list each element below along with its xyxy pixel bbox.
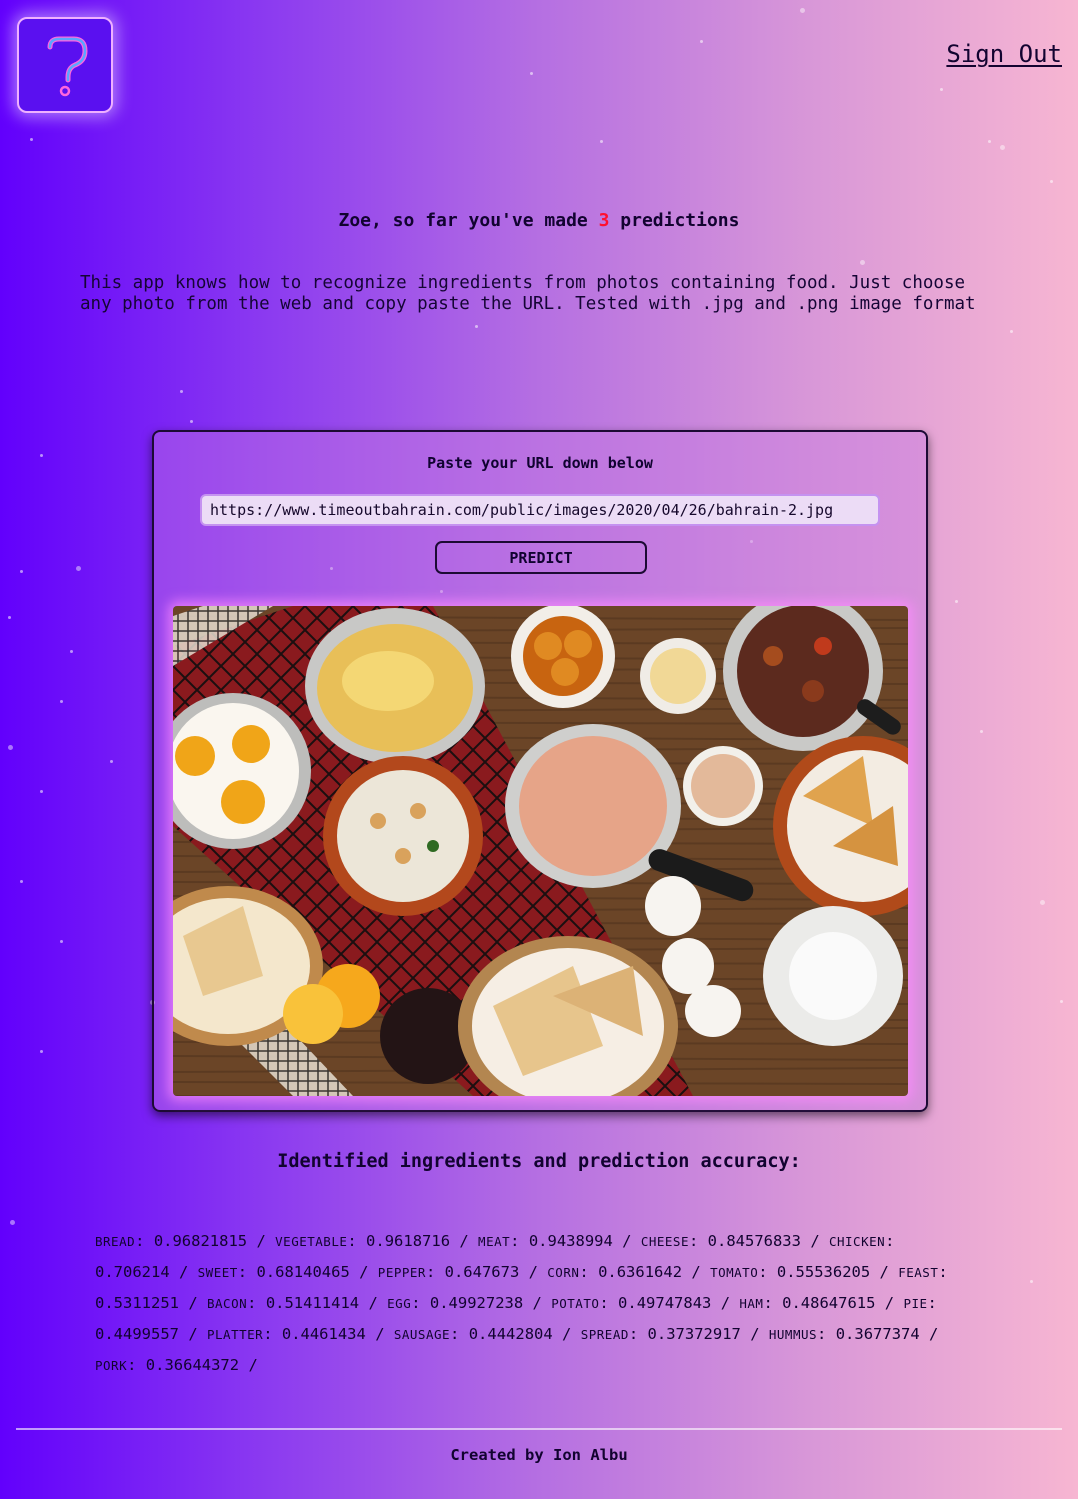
star-decoration xyxy=(1050,180,1053,183)
ingredient-accuracy: 0.3677374 xyxy=(835,1325,920,1343)
prediction-count-headline: Zoe, so far you've made 3 predictions xyxy=(0,210,1078,231)
result-row: BREAD: 0.96821815 / VEGETABLE: 0.9618716… xyxy=(95,1232,895,1250)
ingredient-name: PLATTER xyxy=(207,1327,264,1342)
ingredient-name: SWEET xyxy=(197,1265,238,1280)
ingredient-name: CORN xyxy=(547,1265,580,1280)
ingredient-name: PEPPER xyxy=(377,1265,426,1280)
ingredient-accuracy: 0.96821815 xyxy=(153,1232,248,1250)
ingredient-accuracy: 0.6361642 xyxy=(598,1263,683,1281)
ingredient-name: PIE xyxy=(903,1296,928,1311)
star-decoration xyxy=(1010,330,1013,333)
ingredient-accuracy: 0.647673 xyxy=(444,1263,520,1281)
star-decoration xyxy=(10,1220,15,1225)
star-decoration xyxy=(1060,1000,1063,1003)
star-decoration xyxy=(70,650,73,653)
star-decoration xyxy=(60,940,63,943)
star-decoration xyxy=(20,880,23,883)
ingredient-accuracy: 0.4499557 xyxy=(95,1325,179,1343)
star-decoration xyxy=(40,454,43,457)
star-decoration xyxy=(30,138,33,141)
ingredient-name: MEAT xyxy=(478,1234,511,1249)
star-decoration xyxy=(988,140,991,143)
greeting-suffix: predictions xyxy=(609,210,740,231)
app-logo xyxy=(17,17,113,113)
star-decoration xyxy=(980,730,983,733)
ingredient-accuracy: 0.9618716 xyxy=(366,1232,451,1250)
ingredient-name: CHICKEN xyxy=(828,1234,886,1249)
ingredient-accuracy: 0.55536205 xyxy=(776,1263,871,1281)
ingredient-name: HUMMUS xyxy=(768,1327,818,1342)
result-row: PORK: 0.36644372 / xyxy=(95,1356,258,1374)
star-decoration xyxy=(1000,145,1005,150)
url-input[interactable] xyxy=(200,494,880,526)
greeting-prefix: Zoe, so far you've made xyxy=(338,210,599,231)
intro-line: any photo from the web and copy paste th… xyxy=(80,294,976,314)
prediction-count: 3 xyxy=(598,210,610,231)
intro-line: This app knows how to recognize ingredie… xyxy=(80,273,966,293)
ingredient-name: VEGETABLE xyxy=(275,1234,348,1249)
question-mark-icon xyxy=(47,36,88,97)
ingredient-name: PORK xyxy=(95,1358,128,1373)
ingredient-name: SPREAD xyxy=(580,1327,629,1342)
ingredient-accuracy: 0.4442804 xyxy=(468,1325,553,1343)
ingredient-accuracy: 0.4461434 xyxy=(281,1325,366,1343)
ingredient-accuracy: 0.37372917 xyxy=(647,1325,741,1343)
ingredient-name: BREAD xyxy=(95,1234,136,1249)
prediction-card: Paste your URL down below PREDICT xyxy=(152,430,928,1112)
ingredient-name: HAM xyxy=(739,1296,764,1311)
star-decoration xyxy=(190,420,193,423)
star-decoration xyxy=(700,40,703,43)
star-decoration xyxy=(180,390,183,393)
result-row: 0.706214 / SWEET: 0.68140465 / PEPPER: 0… xyxy=(95,1263,948,1281)
ingredient-accuracy: 0.49747843 xyxy=(618,1294,712,1312)
result-row: 0.5311251 / BACON: 0.51411414 / EGG: 0.4… xyxy=(95,1294,937,1312)
ingredient-name: CHEESE xyxy=(640,1234,689,1249)
star-decoration xyxy=(76,566,81,571)
star-decoration xyxy=(20,570,23,573)
ingredient-accuracy: 0.51411414 xyxy=(265,1294,360,1312)
card-title: Paste your URL down below xyxy=(427,454,653,472)
footer-divider xyxy=(16,1428,1062,1430)
star-decoration xyxy=(40,1050,43,1053)
ingredient-accuracy: 0.48647615 xyxy=(782,1294,876,1312)
ingredient-accuracy: 0.9438994 xyxy=(528,1232,613,1250)
star-decoration xyxy=(475,325,478,328)
ingredient-accuracy: 0.36644372 xyxy=(145,1356,240,1374)
results-heading: Identified ingredients and prediction ac… xyxy=(277,1151,801,1172)
ingredient-accuracy: 0.706214 xyxy=(95,1263,170,1281)
predict-button[interactable]: PREDICT xyxy=(435,541,647,574)
star-decoration xyxy=(110,760,113,763)
star-decoration xyxy=(40,790,43,793)
ingredient-name: POTATO xyxy=(551,1296,600,1311)
star-decoration xyxy=(1040,900,1045,905)
star-decoration xyxy=(530,72,533,75)
ingredient-accuracy: 0.68140465 xyxy=(256,1263,350,1281)
sign-out-link[interactable]: Sign Out xyxy=(946,40,1062,68)
star-decoration xyxy=(60,700,63,703)
star-decoration xyxy=(8,616,11,619)
intro-text: This app knows how to recognize ingredie… xyxy=(80,273,1015,315)
star-decoration xyxy=(1030,1280,1033,1283)
ingredient-results: BREAD: 0.96821815 / VEGETABLE: 0.9618716… xyxy=(95,1226,963,1381)
footer-credit: Created by Ion Albu xyxy=(450,1446,628,1464)
star-decoration xyxy=(940,88,943,91)
result-row: 0.4499557 / PLATTER: 0.4461434 / SAUSAGE… xyxy=(95,1325,939,1343)
star-decoration xyxy=(955,600,958,603)
ingredient-accuracy: 0.49927238 xyxy=(429,1294,524,1312)
ingredient-accuracy: 0.5311251 xyxy=(95,1294,179,1312)
star-decoration xyxy=(8,745,13,750)
ingredient-name: BACON xyxy=(207,1296,248,1311)
star-decoration xyxy=(860,260,865,265)
star-decoration xyxy=(600,140,603,143)
ingredient-name: SAUSAGE xyxy=(393,1327,451,1342)
ingredient-accuracy: 0.84576833 xyxy=(707,1232,801,1250)
ingredient-name: EGG xyxy=(387,1296,412,1311)
food-photo xyxy=(173,606,908,1096)
star-decoration xyxy=(800,8,805,13)
ingredient-name: TOMATO xyxy=(710,1265,759,1280)
ingredient-name: FEAST xyxy=(898,1265,939,1280)
